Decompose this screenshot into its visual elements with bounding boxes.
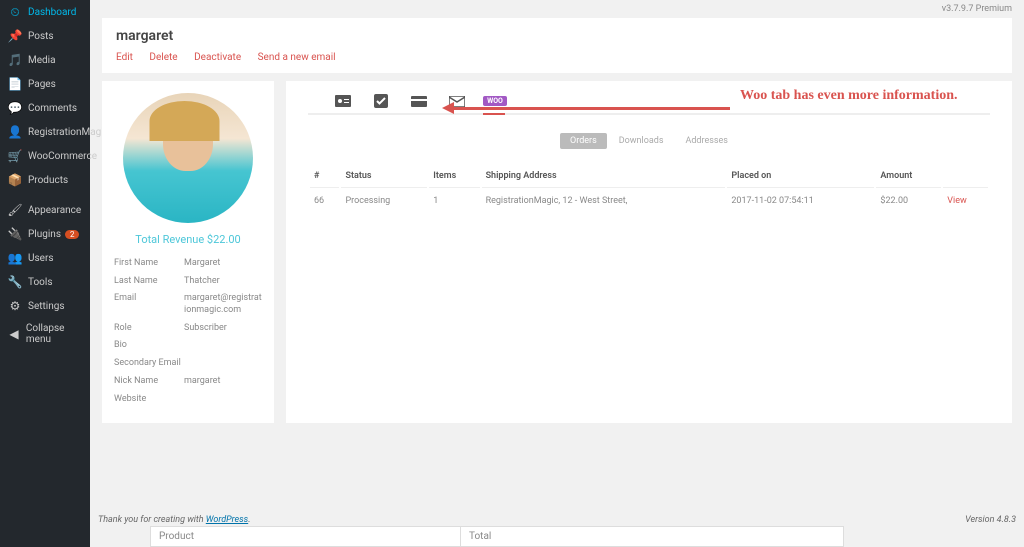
tab-check-icon[interactable] xyxy=(372,99,390,113)
table-header-row: # Status Items Shipping Address Placed o… xyxy=(310,165,988,188)
sidebar-item-dashboard[interactable]: ⏲Dashboard xyxy=(0,0,90,24)
profile-card: Total Revenue $22.00 First NameMargaret … xyxy=(102,81,274,423)
profile-row: Nick Namemargaret xyxy=(114,376,262,388)
products-icon: 📦 xyxy=(8,173,22,187)
sidebar-item-tools[interactable]: 🔧Tools xyxy=(0,270,90,294)
sidebar-item-posts[interactable]: 📌Posts xyxy=(0,24,90,48)
profile-row: RoleSubscriber xyxy=(114,323,262,335)
sidebar-item-settings[interactable]: ⚙Settings xyxy=(0,294,90,318)
edit-link[interactable]: Edit xyxy=(116,52,133,63)
view-link[interactable]: View xyxy=(947,196,966,206)
total-revenue: Total Revenue $22.00 xyxy=(114,233,262,246)
dashboard-icon: ⏲ xyxy=(8,5,22,19)
header-actions: Edit Delete Deactivate Send a new email xyxy=(116,52,998,63)
subtab-orders[interactable]: Orders xyxy=(560,133,607,149)
user-icon: 👤 xyxy=(8,125,22,139)
delete-link[interactable]: Delete xyxy=(149,52,177,63)
avatar xyxy=(123,93,253,223)
media-icon: 🎵 xyxy=(8,53,22,67)
posts-icon: 📌 xyxy=(8,29,22,43)
main-content: v3.7.9.7 Premium margaret Edit Delete De… xyxy=(90,0,1024,547)
sidebar-item-users[interactable]: 👥Users xyxy=(0,246,90,270)
sidebar-item-products[interactable]: 📦Products xyxy=(0,168,90,192)
deactivate-link[interactable]: Deactivate xyxy=(194,52,241,63)
cart-icon: 🛒 xyxy=(8,149,22,163)
bottom-col-total: Total xyxy=(461,527,843,546)
footer-version: Version 4.8.3 xyxy=(965,515,1016,525)
pages-icon: 📄 xyxy=(8,77,22,91)
tab-woo[interactable]: WOO xyxy=(486,99,504,113)
bottom-col-product: Product xyxy=(151,527,461,546)
version-label: v3.7.9.7 Premium xyxy=(90,0,1024,18)
sidebar-item-plugins[interactable]: 🔌Plugins2 xyxy=(0,222,90,246)
sidebar-item-appearance[interactable]: 🖌Appearance xyxy=(0,198,90,222)
sidebar-item-collapse[interactable]: ◀Collapse menu xyxy=(0,318,90,350)
subtab-addresses[interactable]: Addresses xyxy=(675,133,737,149)
page-header: margaret Edit Delete Deactivate Send a n… xyxy=(102,18,1012,73)
appearance-icon: 🖌 xyxy=(8,203,22,217)
tab-profile-icon[interactable] xyxy=(334,99,352,113)
footer-thanks: Thank you for creating with WordPress. xyxy=(98,515,251,525)
profile-row: Last NameThatcher xyxy=(114,276,262,288)
users-icon: 👥 xyxy=(8,251,22,265)
settings-icon: ⚙ xyxy=(8,299,22,313)
annotation-arrow xyxy=(450,107,730,110)
subtabs: Orders Downloads Addresses xyxy=(308,133,990,149)
profile-row: Emailmargaret@registrationmagic.com xyxy=(114,293,262,316)
plugins-icon: 🔌 xyxy=(8,227,22,241)
tab-card-icon[interactable] xyxy=(410,99,428,113)
sidebar-item-woocommerce[interactable]: 🛒WooCommerce xyxy=(0,144,90,168)
detail-card: WOO Orders Downloads Addresses # Status … xyxy=(286,81,1012,423)
profile-row: Secondary Email xyxy=(114,358,262,370)
sidebar-item-media[interactable]: 🎵Media xyxy=(0,48,90,72)
profile-row: First NameMargaret xyxy=(114,258,262,270)
profile-row: Bio xyxy=(114,340,262,352)
bottom-table: Product Total xyxy=(150,526,844,547)
table-row: 66 Processing 1 RegistrationMagic, 12 - … xyxy=(310,190,988,212)
annotation-text: Woo tab has even more information. xyxy=(740,88,958,105)
subtab-downloads[interactable]: Downloads xyxy=(609,133,674,149)
profile-row: Website xyxy=(114,394,262,406)
tools-icon: 🔧 xyxy=(8,275,22,289)
page-title: margaret xyxy=(116,28,998,44)
wordpress-link[interactable]: WordPress xyxy=(206,515,248,525)
comments-icon: 💬 xyxy=(8,101,22,115)
plugins-badge: 2 xyxy=(65,230,80,239)
send-email-link[interactable]: Send a new email xyxy=(258,52,336,63)
admin-sidebar: ⏲Dashboard 📌Posts 🎵Media 📄Pages 💬Comment… xyxy=(0,0,90,547)
sidebar-item-pages[interactable]: 📄Pages xyxy=(0,72,90,96)
sidebar-item-registrationmagic[interactable]: 👤RegistrationMagic xyxy=(0,120,90,144)
collapse-icon: ◀ xyxy=(8,327,20,341)
orders-table: # Status Items Shipping Address Placed o… xyxy=(308,163,990,214)
woo-chip: WOO xyxy=(483,96,507,106)
tab-underline xyxy=(483,113,505,115)
sidebar-item-comments[interactable]: 💬Comments xyxy=(0,96,90,120)
